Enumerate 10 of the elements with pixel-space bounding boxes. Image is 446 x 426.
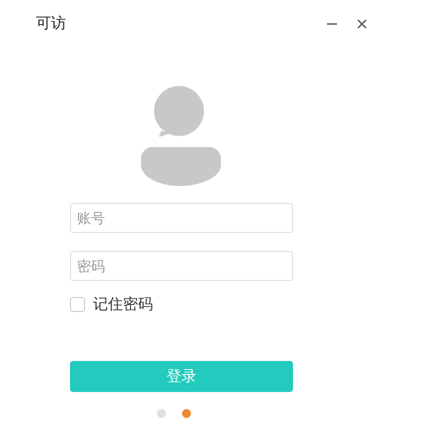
- page-dot[interactable]: [157, 409, 166, 418]
- account-field[interactable]: 账号: [70, 203, 293, 233]
- remember-label: 记住密码: [93, 295, 153, 314]
- avatar-icon: [139, 85, 223, 187]
- window-title: 可访: [36, 14, 66, 33]
- login-button[interactable]: 登录: [70, 361, 293, 392]
- close-icon[interactable]: [356, 18, 368, 30]
- remember-checkbox[interactable]: [70, 297, 85, 312]
- password-field[interactable]: 密码: [70, 251, 293, 281]
- page-dot[interactable]: [182, 409, 191, 418]
